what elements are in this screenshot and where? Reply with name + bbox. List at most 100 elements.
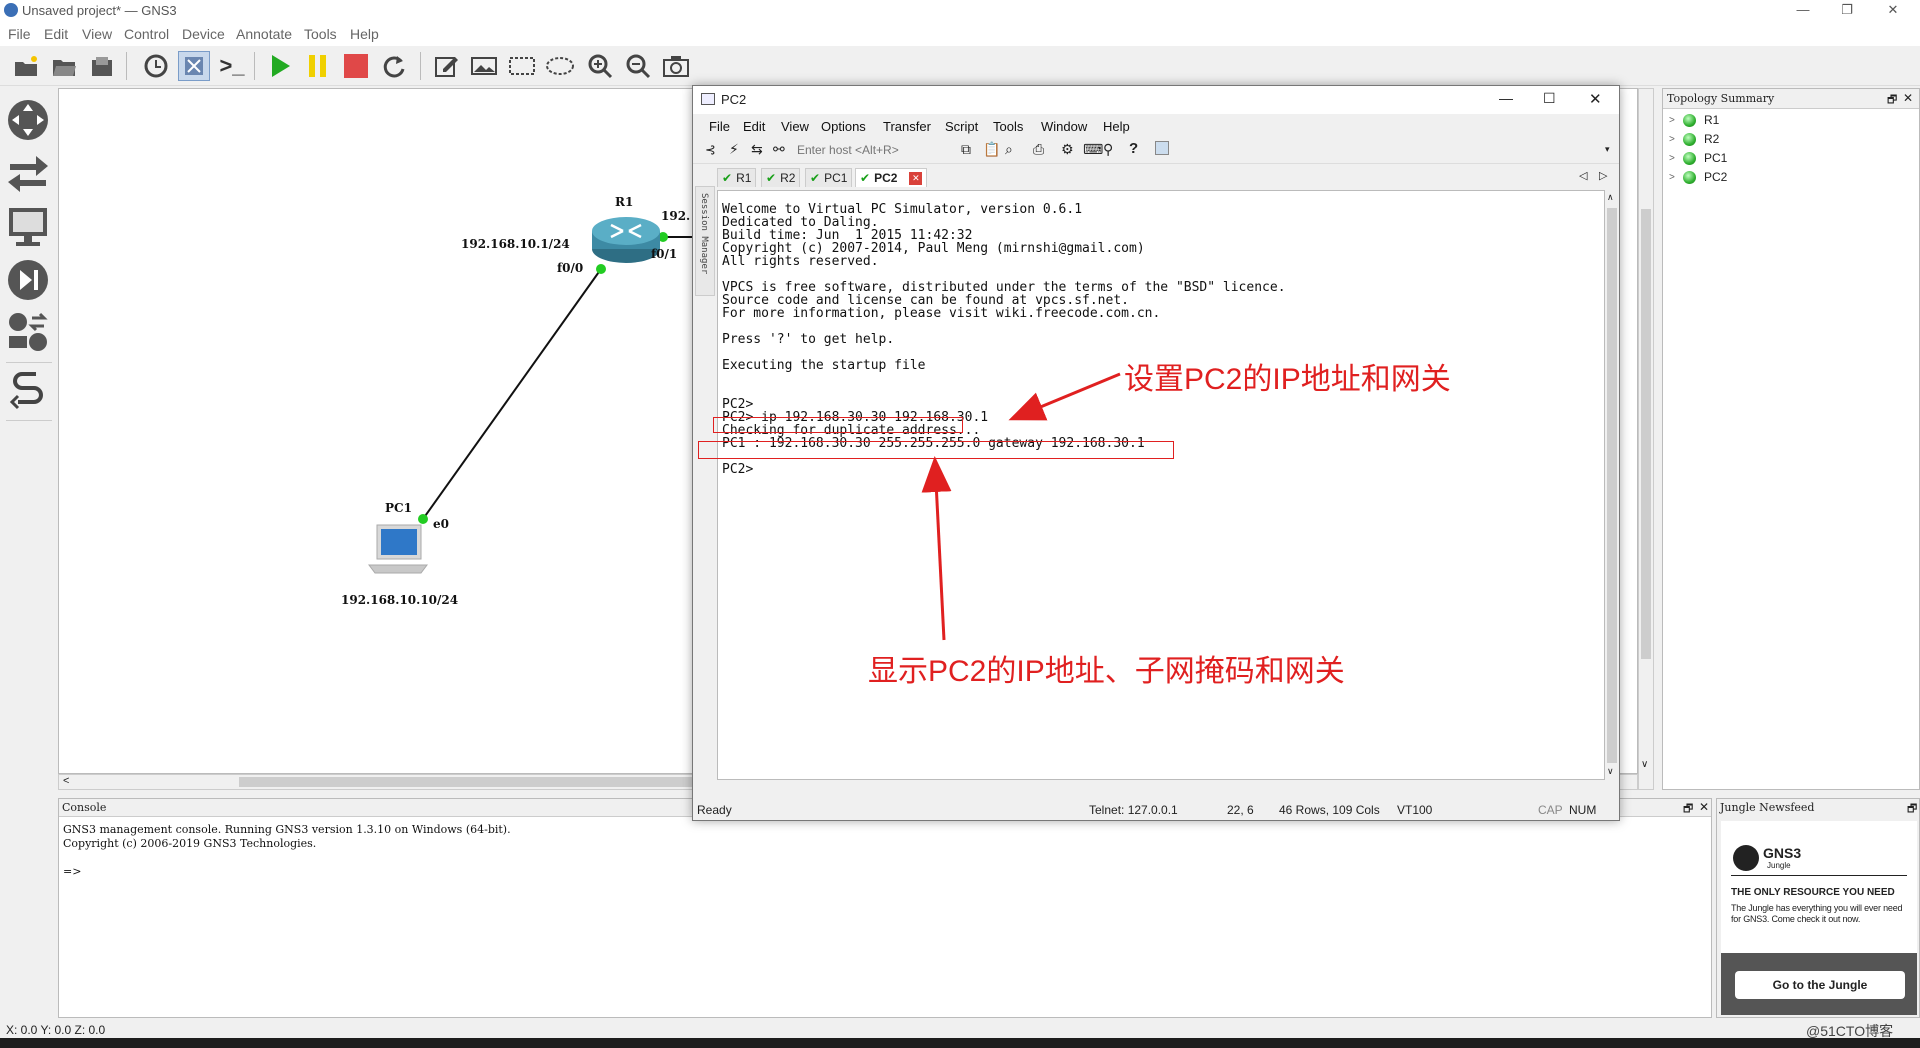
paste-icon[interactable]: 📋 [983, 141, 1000, 158]
screenshot-camera-icon[interactable] [660, 51, 692, 81]
go-to-jungle-button[interactable]: Go to the Jungle [1735, 971, 1905, 999]
print-icon[interactable]: ⎙ [1033, 141, 1044, 158]
restore-icon[interactable]: ❐ [1826, 0, 1868, 22]
terminal-screen[interactable]: Welcome to Virtual PC Simulator, version… [698, 190, 1605, 780]
pc2-maximize-icon[interactable]: ☐ [1543, 90, 1556, 107]
pc1-computer-icon[interactable] [365, 521, 431, 580]
draw-rectangle-icon[interactable] [506, 51, 538, 81]
pc2-menu-file[interactable]: File [709, 119, 730, 134]
pc2-menu-view[interactable]: View [781, 119, 809, 134]
pc2-menu-help[interactable]: Help [1103, 119, 1130, 134]
pc2-menu-window[interactable]: Window [1041, 119, 1087, 134]
add-link-icon[interactable] [6, 366, 50, 414]
end-devices-icon[interactable] [6, 202, 50, 250]
pc2-menu-script[interactable]: Script [945, 119, 978, 134]
pc2-titlebar: PC2 — ☐ ✕ [693, 86, 1619, 114]
close-panel-icon[interactable]: ✕ [1903, 91, 1913, 105]
session-manager-sidebar[interactable]: Session Manager [695, 186, 715, 296]
menu-edit[interactable]: Edit [44, 26, 68, 42]
pc2-terminal-window: PC2 — ☐ ✕ File Edit View Options Transfe… [692, 85, 1620, 821]
menu-tools[interactable]: Tools [304, 26, 337, 42]
tab-prev-icon[interactable]: ◁ [1579, 169, 1587, 182]
pc2-menu-options[interactable]: Options [821, 119, 866, 134]
menu-help[interactable]: Help [350, 26, 379, 42]
start-all-icon[interactable] [264, 51, 296, 81]
menu-view[interactable]: View [82, 26, 112, 42]
tab-r1[interactable]: ✔ R1 [717, 168, 757, 187]
stop-all-icon[interactable] [340, 51, 372, 81]
show-interface-labels-icon[interactable] [178, 51, 210, 81]
new-project-icon[interactable] [10, 51, 42, 81]
keymap-icon[interactable]: ⌨ [1083, 141, 1103, 158]
topology-item-r2[interactable]: > R2 [1669, 130, 1719, 148]
status-term-type: VT100 [1397, 803, 1433, 817]
menu-annotate[interactable]: Annotate [236, 26, 292, 42]
find-binoculars-icon[interactable]: ⌕ [1005, 141, 1013, 158]
quick-connect-icon[interactable]: ⚡ [729, 141, 739, 158]
status-cap: CAP [1538, 803, 1563, 817]
highlight-ip-command [713, 417, 963, 433]
pc2-toolbar: ⊰ ⚡ ⇆ ⚯ ⧉ 📋 ⌕ ⎙ ⚙ ⌨ ⚲ ? ▾ [693, 138, 1619, 164]
tab-next-icon[interactable]: ▷ [1599, 169, 1607, 182]
zoom-out-icon[interactable] [622, 51, 654, 81]
settings-gear-icon[interactable]: ⚙ [1061, 141, 1074, 158]
reload-all-icon[interactable] [378, 51, 410, 81]
pc2-menu-edit[interactable]: Edit [743, 119, 765, 134]
minimize-icon[interactable]: — [1782, 0, 1824, 22]
save-project-icon[interactable] [86, 51, 118, 81]
zoom-in-icon[interactable] [584, 51, 616, 81]
add-note-icon[interactable] [430, 51, 462, 81]
connect-icon[interactable]: ⊰ [705, 142, 716, 158]
security-devices-icon[interactable] [6, 256, 50, 304]
suspend-all-icon[interactable] [302, 51, 334, 81]
main-statusbar: X: 0.0 Y: 0.0 Z: 0.0 @51CTO博客 [0, 1022, 1920, 1039]
pc2-minimize-icon[interactable]: — [1499, 90, 1513, 106]
reconnect-icon[interactable]: ⇆ [751, 141, 763, 158]
highlight-ip-result [698, 441, 1174, 459]
gns3-jungle-logo-icon [1733, 845, 1759, 871]
copy-icon[interactable]: ⧉ [961, 141, 971, 158]
jungle-brand: GNS3 [1763, 845, 1802, 861]
scroll-down-icon[interactable]: ∨ [1641, 759, 1648, 770]
close-tab-icon[interactable]: ✕ [909, 171, 923, 185]
tab-r2[interactable]: ✔ R2 [761, 168, 801, 187]
float-panel-icon[interactable]: 🗗 [1887, 91, 1897, 110]
topology-item-pc1[interactable]: > PC1 [1669, 149, 1727, 167]
pc2-menu-tools[interactable]: Tools [993, 119, 1023, 134]
draw-ellipse-icon[interactable] [544, 51, 576, 81]
close-icon[interactable]: ✕ [1872, 0, 1914, 22]
insert-picture-icon[interactable] [468, 51, 500, 81]
terminal-vscrollbar[interactable]: ∧ ∨ [1605, 190, 1619, 780]
topology-summary-title: Topology Summary [1663, 89, 1919, 109]
topology-item-r1[interactable]: > R1 [1669, 111, 1719, 129]
scroll-left-icon[interactable]: < [63, 775, 69, 787]
jungle-body: The Jungle has everything you will ever … [1731, 903, 1903, 924]
pc2-close-icon[interactable]: ✕ [1589, 90, 1602, 108]
close-panel-icon[interactable]: ✕ [1699, 800, 1709, 814]
pc2-menubar: File Edit View Options Transfer Script T… [693, 114, 1619, 138]
snapshot-clock-icon[interactable] [140, 51, 172, 81]
menu-file[interactable]: File [8, 26, 31, 42]
console-output[interactable]: GNS3 management console. Running GNS3 ve… [63, 823, 511, 879]
disconnect-icon[interactable]: ⚯ [773, 141, 785, 158]
routers-icon[interactable] [6, 96, 50, 144]
all-devices-icon[interactable] [6, 308, 50, 356]
open-project-icon[interactable] [48, 51, 80, 81]
r1-right-ip-label: 192. [661, 209, 691, 223]
host-input[interactable] [797, 141, 947, 159]
sftp-icon[interactable]: ⚲ [1103, 141, 1113, 158]
tab-pc1[interactable]: ✔ PC1 [805, 168, 853, 187]
help-question-icon[interactable]: ? [1129, 140, 1138, 157]
toolbar-overflow-icon[interactable]: ▾ [1605, 144, 1610, 155]
float-panel-icon[interactable]: 🗗 [1683, 800, 1693, 819]
pc2-menu-transfer[interactable]: Transfer [883, 119, 931, 134]
menu-control[interactable]: Control [124, 26, 169, 42]
canvas-vscrollbar[interactable]: ∨ [1638, 88, 1654, 790]
console-all-icon[interactable]: >_ [216, 51, 248, 81]
menu-device[interactable]: Device [182, 26, 225, 42]
session-icon[interactable] [1155, 141, 1169, 155]
topology-item-pc2[interactable]: > PC2 [1669, 168, 1727, 186]
switches-icon[interactable] [6, 148, 50, 196]
float-panel-icon[interactable]: 🗗 [1907, 800, 1917, 819]
tab-pc2[interactable]: ✔ PC2 ✕ [855, 168, 928, 187]
